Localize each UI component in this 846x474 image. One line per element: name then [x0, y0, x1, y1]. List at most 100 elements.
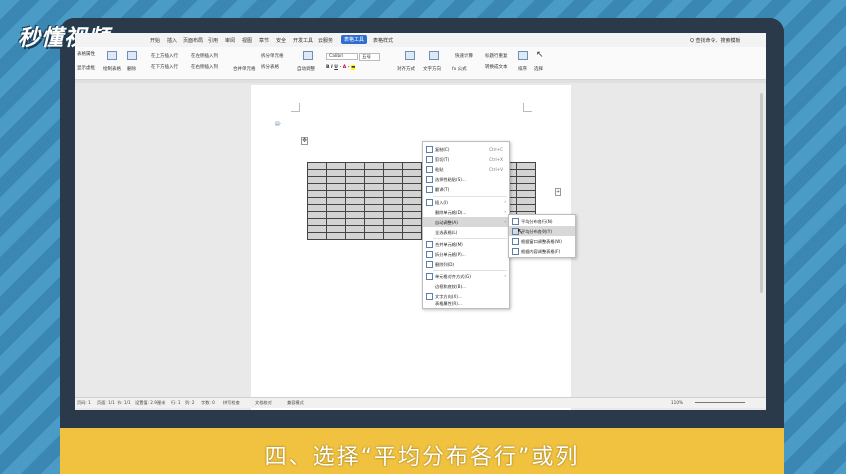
insert-row-below-button[interactable]: 在下方插入行	[151, 64, 178, 70]
format-bold-italic-underline[interactable]: B I U · A · ▬	[326, 65, 356, 70]
status-row: 行: 1	[171, 400, 181, 405]
context-menu: 复制(C) Ctrl+C 剪切(T) Ctrl+X 粘贴 Ctrl+V 选择性粘贴(S…	[422, 141, 510, 309]
mouse-cursor-icon: ↖	[517, 227, 524, 236]
convert-to-text-button[interactable]: 转换成文本	[485, 64, 508, 70]
font-size-select[interactable]: 五号	[359, 53, 380, 61]
draw-table-button[interactable]: 绘制表格	[103, 66, 121, 72]
split-table-button[interactable]: 拆分表格	[261, 64, 279, 70]
draw-table-icon	[107, 51, 117, 60]
zoom-level[interactable]: 110%	[671, 400, 683, 405]
distribute-rows-icon	[512, 218, 519, 225]
zoom-slider[interactable]	[695, 402, 745, 403]
submenu-fit-content[interactable]: 根据内容调整表格(F)	[509, 246, 575, 256]
menu-delete-cells[interactable]: 删除单元格(D)... ›	[423, 207, 509, 217]
menu-developer[interactable]: 开发工具	[293, 37, 313, 44]
repeat-header-button[interactable]: 标题行重复	[485, 53, 508, 59]
table-move-handle-icon[interactable]: ✥	[301, 137, 309, 145]
margin-corner-tl	[291, 103, 300, 112]
menu-security[interactable]: 安全	[276, 37, 286, 44]
status-page-number: 页码: 1	[77, 400, 91, 405]
menu-table-tools[interactable]: 表格工具	[341, 35, 368, 44]
menu-review[interactable]: 审阅	[225, 37, 235, 44]
insert-col-right-button[interactable]: 在右侧插入列	[191, 64, 218, 70]
caption-text: 四、选择“平均分布各行”或列	[264, 445, 580, 470]
delete-column-icon	[426, 261, 433, 268]
submenu-fit-window[interactable]: 根据窗口调整表格(W)	[509, 236, 575, 246]
menu-layout[interactable]: 页面布局	[183, 37, 203, 44]
insert-icon	[426, 199, 433, 206]
menu-translate[interactable]: 翻译(T)	[423, 184, 509, 194]
menu-home[interactable]: 开始	[150, 37, 160, 44]
compat-mode-badge: 兼容模式	[287, 400, 304, 405]
fit-window-icon	[512, 238, 519, 245]
menu-insert[interactable]: 插入(I) ›	[423, 197, 509, 207]
search-command[interactable]: Q 查找命令、搜索模板	[690, 37, 741, 44]
autofit-button[interactable]: 自动调整	[297, 66, 315, 72]
translate-icon	[426, 186, 433, 193]
text-direction-button[interactable]: 文字方向	[423, 66, 441, 72]
margin-corner-tr	[523, 103, 532, 112]
autofit-submenu: 平均分布各行(N) 平均分布各列(Y) 根据窗口调整表格(W) 根据内容调整表格…	[508, 214, 576, 258]
vertical-scrollbar[interactable]	[760, 93, 763, 293]
paragraph-icon: ▤·	[275, 121, 282, 127]
menu-delete-column[interactable]: 删除列(D)	[423, 259, 509, 269]
split-cells-button[interactable]: 拆分单元格	[261, 53, 284, 59]
copy-icon	[426, 146, 433, 153]
menu-bar: 开始 插入 页面布局 引用 审阅 视图 章节 安全 开发工具 云服务 表格工具 …	[75, 33, 766, 47]
caption-banner: 四、选择“平均分布各行”或列	[60, 428, 784, 474]
show-gridlines-button[interactable]: 显示虚框	[77, 65, 95, 71]
status-pages: 页面: 1/1	[97, 400, 115, 405]
scissors-icon	[426, 156, 433, 163]
menu-table-properties[interactable]: 表格属性(R)...	[423, 300, 509, 308]
ruler	[75, 80, 766, 83]
proofread-button[interactable]: 文档校对	[255, 400, 272, 406]
alignment-icon	[426, 273, 433, 280]
status-section: 节: 1/1	[117, 400, 131, 405]
delete-icon	[127, 51, 137, 60]
submenu-arrow-icon: ›	[504, 199, 506, 204]
select-button[interactable]: 选择	[534, 66, 543, 72]
sort-button[interactable]: 排序	[518, 66, 527, 72]
status-word-count: 字数: 0	[201, 400, 215, 405]
submenu-distribute-rows[interactable]: 平均分布各行(N)	[509, 216, 575, 226]
menu-select-table[interactable]: 全选表格(L)	[423, 227, 509, 237]
ribbon-toolbar: 表格属性 显示虚框 绘制表格 删除 在上方插入行 在下方插入行 在左侧插入列 在…	[75, 47, 766, 80]
merge-icon	[426, 241, 433, 248]
align-icon	[405, 51, 415, 60]
menu-view[interactable]: 视图	[242, 37, 252, 44]
insert-col-left-button[interactable]: 在左侧插入列	[191, 53, 218, 59]
menu-split-cells[interactable]: 拆分单元格(P)...	[423, 249, 509, 259]
quick-calc-button[interactable]: 快速计算	[455, 53, 473, 59]
menu-borders-shading[interactable]: 边框和底纹(B)...	[423, 281, 509, 291]
menu-paste[interactable]: 粘贴 Ctrl+V	[423, 164, 509, 174]
sort-icon	[518, 51, 528, 60]
menu-cloud[interactable]: 云服务	[318, 37, 333, 44]
text-direction-icon	[426, 293, 433, 300]
menu-paste-special[interactable]: 选择性粘贴(S)...	[423, 174, 509, 184]
menu-copy[interactable]: 复制(C) Ctrl+C	[423, 144, 509, 154]
menu-reference[interactable]: 引用	[208, 37, 218, 44]
wps-writer-window: 开始 插入 页面布局 引用 审阅 视图 章节 安全 开发工具 云服务 表格工具 …	[75, 33, 766, 410]
align-button[interactable]: 对齐方式	[397, 66, 415, 72]
menu-merge-cells[interactable]: 合并单元格(M)	[423, 239, 509, 249]
text-direction-icon	[429, 51, 439, 60]
merge-cells-button[interactable]: 合并单元格	[233, 66, 256, 72]
fit-content-icon	[512, 248, 519, 255]
paste-special-icon	[426, 176, 433, 183]
menu-chapter[interactable]: 章节	[259, 37, 269, 44]
insert-row-above-button[interactable]: 在上方插入行	[151, 53, 178, 59]
menu-cut[interactable]: 剪切(T) Ctrl+X	[423, 154, 509, 164]
menu-table-style[interactable]: 表格样式	[373, 37, 393, 44]
menu-insert[interactable]: 插入	[167, 37, 177, 44]
submenu-arrow-icon: ›	[504, 209, 506, 214]
cursor-icon: ↖	[536, 50, 544, 60]
formula-button[interactable]: fx 公式	[452, 66, 467, 72]
spellcheck-button[interactable]: 拼写检查	[223, 400, 240, 406]
submenu-arrow-icon: ›	[504, 219, 506, 224]
delete-button[interactable]: 删除	[127, 66, 136, 72]
menu-autofit[interactable]: 自动调整(A) ›	[423, 217, 509, 227]
table-properties-button[interactable]: 表格属性	[77, 51, 95, 57]
add-column-icon[interactable]: +	[555, 188, 562, 196]
font-name-select[interactable]: Calibri	[326, 53, 359, 60]
menu-cell-alignment[interactable]: 单元格对齐方式(G) ›	[423, 271, 509, 281]
